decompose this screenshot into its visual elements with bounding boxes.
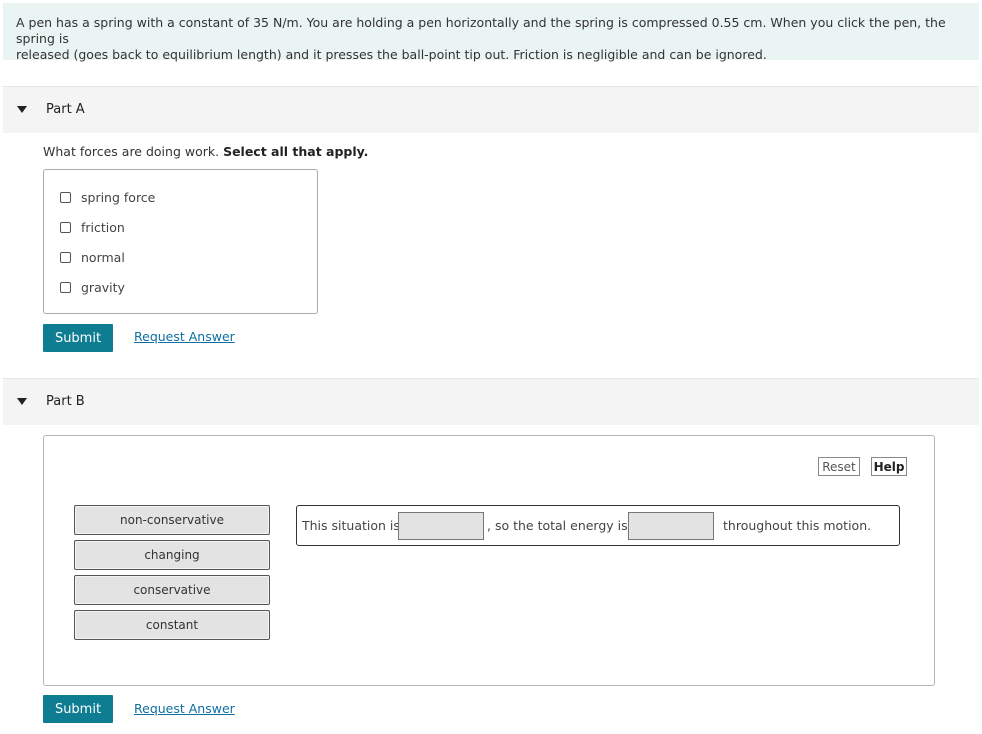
part-a-header[interactable]: Part A: [3, 86, 979, 133]
help-button[interactable]: Help: [871, 457, 907, 476]
checkbox[interactable]: [60, 191, 71, 203]
part-a-request-answer-link[interactable]: Request Answer: [134, 329, 235, 344]
tile-changing[interactable]: changing: [74, 540, 270, 570]
collapse-triangle-icon[interactable]: [17, 398, 27, 405]
part-b-submit-button[interactable]: Submit: [43, 695, 113, 723]
option-label: gravity: [81, 279, 125, 295]
tile-conservative[interactable]: conservative: [74, 575, 270, 605]
part-b-request-answer-link[interactable]: Request Answer: [134, 701, 235, 716]
collapse-triangle-icon[interactable]: [17, 106, 27, 113]
tile-constant[interactable]: constant: [74, 610, 270, 640]
part-b-label: Part B: [46, 394, 85, 409]
tile-non-conservative[interactable]: non-conservative: [74, 505, 270, 535]
problem-text-line-2: released (goes back to equilibrium lengt…: [16, 47, 767, 62]
sentence-part-2: , so the total energy is: [487, 518, 628, 533]
options-box: spring force friction normal gravity: [43, 169, 318, 314]
sentence-part-3: throughout this motion.: [723, 518, 872, 533]
option-normal[interactable]: normal: [60, 248, 125, 266]
sentence-box: This situation is , so the total energy …: [296, 505, 900, 546]
option-label: spring force: [81, 189, 156, 205]
drop-target-2[interactable]: [628, 512, 714, 540]
part-b-header[interactable]: Part B: [3, 378, 979, 425]
sentence-part-1: This situation is: [302, 518, 400, 533]
option-friction[interactable]: friction: [60, 218, 125, 236]
option-label: normal: [81, 249, 125, 265]
checkbox[interactable]: [60, 281, 71, 293]
question-instruction: Select all that apply.: [223, 144, 369, 159]
checkbox[interactable]: [60, 221, 71, 233]
reset-button[interactable]: Reset: [818, 457, 860, 476]
problem-statement: A pen has a spring with a constant of 35…: [3, 3, 979, 62]
question-text: What forces are doing work.: [43, 144, 220, 159]
option-label: friction: [81, 219, 125, 235]
part-a-question: What forces are doing work. Select all t…: [43, 144, 368, 159]
checkbox[interactable]: [60, 251, 71, 263]
drop-target-1[interactable]: [398, 512, 484, 540]
problem-text-line-1: A pen has a spring with a constant of 35…: [16, 15, 946, 46]
option-gravity[interactable]: gravity: [60, 278, 125, 296]
part-a-submit-button[interactable]: Submit: [43, 324, 113, 352]
option-spring-force[interactable]: spring force: [60, 188, 155, 206]
part-a-label: Part A: [46, 102, 85, 117]
